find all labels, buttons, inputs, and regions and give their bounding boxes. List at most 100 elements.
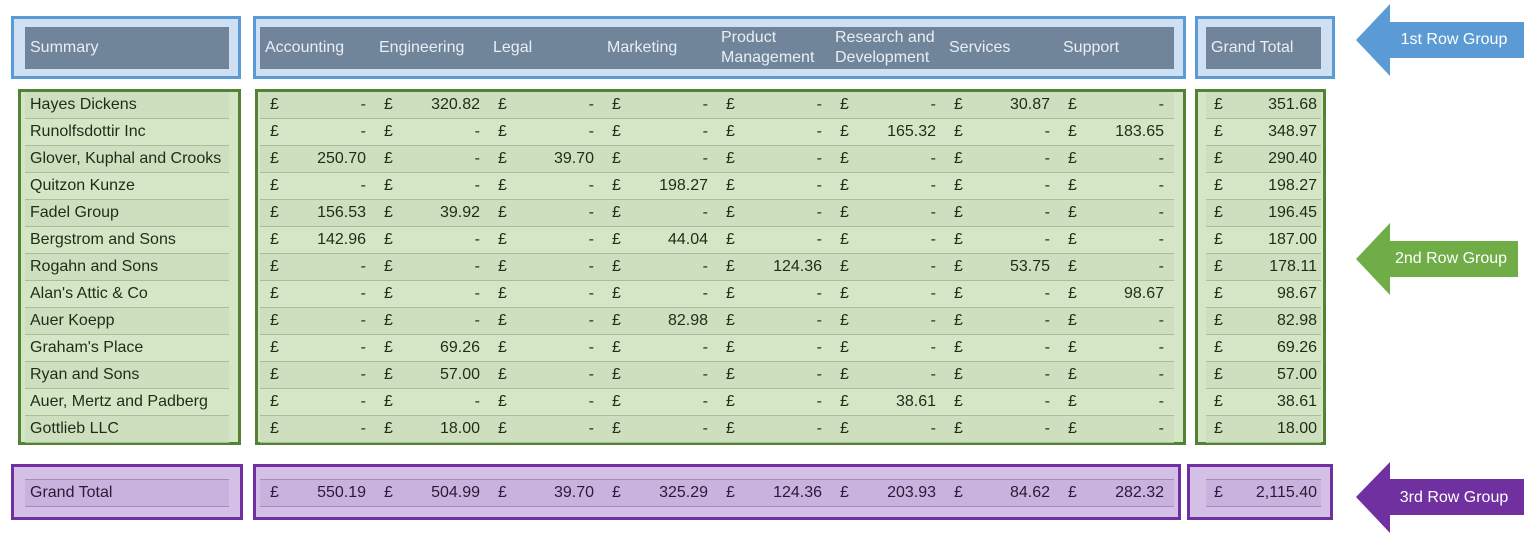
currency-symbol: £ bbox=[1214, 312, 1223, 329]
cell-value: 320.82 bbox=[431, 96, 480, 113]
row-name: Alan's Attic & Co bbox=[25, 281, 229, 308]
cell-value: - bbox=[1044, 285, 1050, 302]
header-column: Product Management bbox=[721, 29, 815, 66]
currency-symbol: £ bbox=[270, 96, 279, 113]
cell-value: - bbox=[474, 231, 480, 248]
cell-value: - bbox=[930, 258, 936, 275]
currency-symbol: £ bbox=[384, 258, 393, 275]
currency-symbol: £ bbox=[270, 312, 279, 329]
cell-value: - bbox=[1158, 231, 1164, 248]
currency-symbol: £ bbox=[840, 420, 849, 437]
row-name-label: Fadel Group bbox=[30, 204, 119, 221]
row-total: £82.98 bbox=[1206, 308, 1321, 335]
currency-symbol: £ bbox=[954, 96, 963, 113]
currency-symbol: £ bbox=[498, 420, 507, 437]
currency-symbol: £ bbox=[726, 339, 735, 356]
grand-total-sum-value: 2,115.40 bbox=[1255, 484, 1317, 501]
cell-value: - bbox=[588, 177, 594, 194]
row-name-label: Glover, Kuphal and Crooks bbox=[30, 150, 222, 167]
header-column: Engineering bbox=[379, 39, 465, 56]
cell-value: - bbox=[588, 312, 594, 329]
row-name-label: Hayes Dickens bbox=[30, 96, 137, 113]
currency-symbol: £ bbox=[954, 285, 963, 302]
cell-value: 30.87 bbox=[1009, 96, 1050, 113]
cell-value: - bbox=[474, 285, 480, 302]
currency-symbol: £ bbox=[270, 258, 279, 275]
currency-symbol: £ bbox=[384, 96, 393, 113]
cell-value: - bbox=[360, 96, 366, 113]
row-total-value: 18.00 bbox=[1276, 420, 1317, 437]
currency-symbol: £ bbox=[498, 258, 507, 275]
cell-value: - bbox=[816, 177, 822, 194]
row-total: £198.27 bbox=[1206, 173, 1321, 200]
currency-symbol: £ bbox=[270, 484, 279, 501]
currency-symbol: £ bbox=[954, 123, 963, 140]
cell-value: - bbox=[588, 285, 594, 302]
cell-value: - bbox=[588, 339, 594, 356]
row-name: Graham's Place bbox=[25, 335, 229, 362]
header-column: Accounting bbox=[265, 39, 345, 56]
currency-symbol: £ bbox=[726, 366, 735, 383]
row-name: Runolfsdottir Inc bbox=[25, 119, 229, 146]
row-name: Glover, Kuphal and Crooks bbox=[25, 146, 229, 173]
cell-value: - bbox=[1158, 420, 1164, 437]
table-row: £ - £ - £ - £ - £124.36 £ - £53.75 £ - bbox=[260, 254, 1174, 281]
cell-value: 165.32 bbox=[887, 123, 936, 140]
cell-value: - bbox=[816, 420, 822, 437]
table-row: £ - £69.26 £ - £ - £ - £ - £ - £ - bbox=[260, 335, 1174, 362]
currency-symbol: £ bbox=[726, 258, 735, 275]
currency-symbol: £ bbox=[1214, 285, 1223, 302]
cell-value: - bbox=[702, 393, 708, 410]
cell-value: 156.53 bbox=[317, 204, 366, 221]
cell-value: - bbox=[816, 339, 822, 356]
currency-symbol: £ bbox=[726, 285, 735, 302]
row-total-value: 57.00 bbox=[1276, 366, 1317, 383]
cell-value: 38.61 bbox=[895, 393, 936, 410]
row-total: £69.26 bbox=[1206, 335, 1321, 362]
currency-symbol: £ bbox=[1068, 393, 1077, 410]
cell-value: - bbox=[360, 285, 366, 302]
currency-symbol: £ bbox=[384, 150, 393, 167]
currency-symbol: £ bbox=[840, 312, 849, 329]
currency-symbol: £ bbox=[1068, 204, 1077, 221]
row-name: Quitzon Kunze bbox=[25, 173, 229, 200]
cell-value: - bbox=[360, 366, 366, 383]
table-row: £ - £320.82 £ - £ - £ - £ - £30.87 £ - bbox=[260, 92, 1174, 119]
table-row: £250.70 £ - £39.70 £ - £ - £ - £ - £ - bbox=[260, 146, 1174, 173]
currency-symbol: £ bbox=[1068, 96, 1077, 113]
row-total-value: 351.68 bbox=[1268, 96, 1317, 113]
currency-symbol: £ bbox=[840, 177, 849, 194]
table-row: £ - £ - £ - £82.98 £ - £ - £ - £ - bbox=[260, 308, 1174, 335]
cell-value: - bbox=[816, 123, 822, 140]
row-total: £178.11 bbox=[1206, 254, 1321, 281]
currency-symbol: £ bbox=[270, 285, 279, 302]
cell-value: - bbox=[1158, 204, 1164, 221]
row-name-label: Alan's Attic & Co bbox=[30, 285, 148, 302]
currency-symbol: £ bbox=[726, 312, 735, 329]
currency-symbol: £ bbox=[1068, 258, 1077, 275]
cell-value: - bbox=[702, 366, 708, 383]
row-name-label: Auer, Mertz and Padberg bbox=[30, 393, 208, 410]
currency-symbol: £ bbox=[1214, 420, 1223, 437]
row-name-label: Runolfsdottir Inc bbox=[30, 123, 146, 140]
currency-symbol: £ bbox=[498, 204, 507, 221]
currency-symbol: £ bbox=[498, 150, 507, 167]
cell-value: - bbox=[816, 231, 822, 248]
currency-symbol: £ bbox=[1068, 177, 1077, 194]
currency-symbol: £ bbox=[612, 177, 621, 194]
cell-value: - bbox=[702, 96, 708, 113]
currency-symbol: £ bbox=[270, 123, 279, 140]
currency-symbol: £ bbox=[612, 312, 621, 329]
currency-symbol: £ bbox=[270, 339, 279, 356]
cell-value: 198.27 bbox=[659, 177, 708, 194]
currency-symbol: £ bbox=[270, 420, 279, 437]
currency-symbol: £ bbox=[384, 484, 393, 501]
row-name-label: Auer Koepp bbox=[30, 312, 115, 329]
currency-symbol: £ bbox=[726, 420, 735, 437]
callout-3rd-label: 3rd Row Group bbox=[1399, 488, 1509, 506]
cell-value: - bbox=[702, 339, 708, 356]
cell-value: - bbox=[816, 285, 822, 302]
row-name: Gottlieb LLC bbox=[25, 416, 229, 443]
cell-value: - bbox=[1044, 366, 1050, 383]
row-total-value: 69.26 bbox=[1276, 339, 1317, 356]
